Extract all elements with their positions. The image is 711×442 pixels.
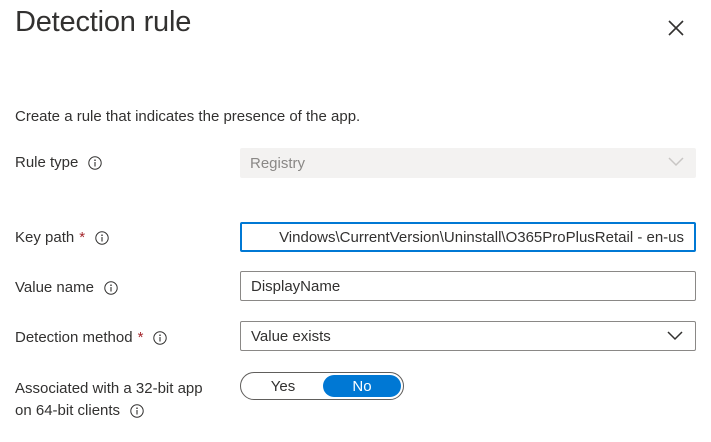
info-icon[interactable] xyxy=(130,404,144,418)
info-icon[interactable] xyxy=(95,230,109,245)
info-icon[interactable] xyxy=(88,155,103,170)
detection-method-dropdown[interactable]: Value exists xyxy=(240,321,696,351)
chevron-down-icon xyxy=(668,156,684,168)
detection-method-value: Value exists xyxy=(251,327,331,345)
value-name-value: DisplayName xyxy=(251,277,341,295)
associated-32bit-label-line2: on 64-bit clients xyxy=(15,402,121,419)
rule-type-label: Rule type xyxy=(15,154,103,171)
panel-title: Detection rule xyxy=(15,6,192,38)
value-name-label: Value name xyxy=(15,279,118,296)
close-icon xyxy=(668,20,684,36)
key-path-label-text: Key path xyxy=(15,229,75,246)
associated-32bit-label-line2-row: on 64-bit clients xyxy=(15,400,203,422)
rule-type-dropdown: Registry xyxy=(240,148,696,178)
close-button[interactable] xyxy=(662,14,690,42)
detection-method-label: Detection method * xyxy=(15,329,168,346)
key-path-value: Vindows\CurrentVersion\Uninstall\O365Pro… xyxy=(279,228,684,246)
value-name-label-text: Value name xyxy=(15,279,94,296)
associated-32bit-label: Associated with a 32-bit app on 64-bit c… xyxy=(15,378,203,422)
chevron-down-icon[interactable] xyxy=(667,330,683,342)
associated-32bit-label-line1: Associated with a 32-bit app xyxy=(15,380,203,397)
info-icon[interactable] xyxy=(153,330,168,345)
detection-method-label-text: Detection method xyxy=(15,329,133,346)
value-name-input[interactable]: DisplayName xyxy=(240,271,696,301)
rule-type-label-text: Rule type xyxy=(15,154,79,171)
key-path-input[interactable]: Vindows\CurrentVersion\Uninstall\O365Pro… xyxy=(240,222,696,252)
rule-type-value: Registry xyxy=(250,154,306,172)
required-marker: * xyxy=(137,329,144,346)
panel-description: Create a rule that indicates the presenc… xyxy=(15,108,361,125)
required-marker: * xyxy=(79,229,86,246)
toggle-option-yes[interactable]: Yes xyxy=(244,375,322,397)
toggle-option-no[interactable]: No xyxy=(323,375,401,397)
info-icon[interactable] xyxy=(104,280,118,295)
associated-32bit-toggle[interactable]: Yes No xyxy=(240,372,404,400)
key-path-label: Key path * xyxy=(15,229,109,246)
